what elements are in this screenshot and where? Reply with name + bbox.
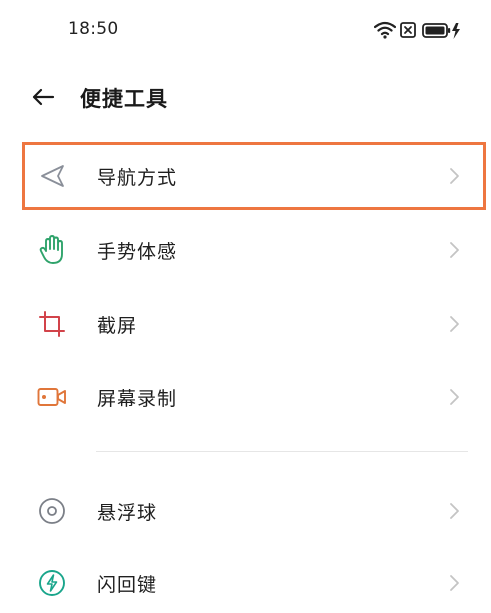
chevron-right-icon	[450, 242, 459, 258]
highlight-box	[22, 142, 486, 210]
list-item-flashback-key[interactable]: 闪回键	[0, 553, 491, 613]
section-divider	[96, 451, 468, 452]
list-item-gesture[interactable]: 手势体感	[0, 220, 491, 280]
back-button[interactable]	[26, 80, 60, 114]
list-item-label: 截屏	[97, 315, 138, 337]
screen-record-icon	[36, 381, 68, 413]
chevron-right-icon	[450, 575, 459, 591]
list-item-label: 手势体感	[97, 241, 178, 263]
page-header: 便捷工具	[0, 74, 491, 122]
page-title: 便捷工具	[80, 87, 168, 111]
list-item-label: 屏幕录制	[97, 388, 178, 410]
hand-gesture-icon	[36, 234, 68, 266]
sim-icon	[400, 22, 416, 38]
crop-screenshot-icon	[36, 308, 68, 340]
floating-ball-icon	[36, 495, 68, 527]
flashback-key-icon	[36, 567, 68, 599]
status-time: 18:50	[68, 19, 119, 39]
list-item-label: 闪回键	[97, 574, 158, 596]
list-item-label: 悬浮球	[97, 502, 158, 524]
list-item-floating-ball[interactable]: 悬浮球	[0, 481, 491, 541]
list-item-screen-record[interactable]: 屏幕录制	[0, 367, 491, 427]
chevron-right-icon	[450, 316, 459, 332]
battery-charging-icon	[422, 23, 460, 39]
chevron-right-icon	[450, 503, 459, 519]
list-item-screenshot[interactable]: 截屏	[0, 294, 491, 354]
chevron-right-icon	[450, 389, 459, 405]
arrow-left-icon	[32, 88, 55, 106]
wifi-icon	[374, 21, 396, 39]
status-bar: 18:50	[0, 0, 491, 60]
